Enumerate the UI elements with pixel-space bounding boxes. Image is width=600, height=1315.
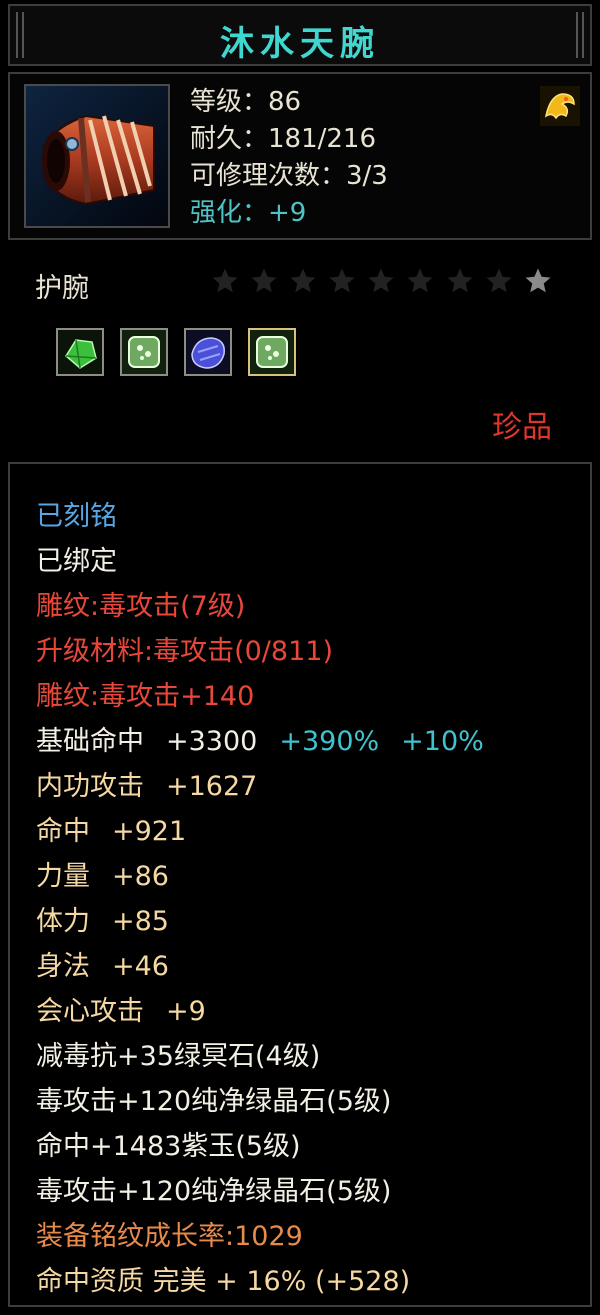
item-repairs: 可修理次数：3/3 <box>190 161 388 191</box>
gem-effect-line: 毒攻击+120纯净绿晶石(5级) <box>36 1176 392 1207</box>
item-info-box: 等级：86 耐久：181/216 可修理次数：3/3 强化：+9 <box>8 72 592 240</box>
green-crystal-icon <box>58 330 102 374</box>
item-type: 护腕 <box>35 273 89 304</box>
engraved-status: 已刻铭 <box>36 501 117 532</box>
agility-line: 身法 +46 <box>36 944 169 983</box>
gem-effect-line: 命中+1483紫玉(5级) <box>36 1131 301 1162</box>
gem-slot[interactable] <box>120 328 168 376</box>
gem-slot[interactable] <box>56 328 104 376</box>
stat-label: 基础命中 <box>36 726 144 757</box>
star-empty-icon <box>212 268 238 293</box>
stat-value: +1627 <box>166 771 258 802</box>
item-icon <box>24 84 170 228</box>
stat-value: +86 <box>112 861 169 892</box>
star-empty-icon <box>368 268 394 293</box>
strength-line: 力量 +86 <box>36 854 169 893</box>
star-filled-icon <box>525 268 551 293</box>
rarity-label: 珍品 <box>492 410 552 445</box>
gold-dragon-icon <box>540 86 580 126</box>
stat-value: +46 <box>112 951 169 982</box>
item-level: 等级：86 <box>190 87 302 117</box>
base-hit-line: 基础命中 +3300 +390% +10% <box>36 719 484 758</box>
title-bar: 沐水天腕 <box>8 4 592 66</box>
gem-effect-line: 毒攻击+120纯净绿晶石(5级) <box>36 1086 392 1117</box>
item-name: 沐水天腕 <box>220 24 380 64</box>
stat-value: +9 <box>166 996 206 1027</box>
bound-status: 已绑定 <box>36 546 117 577</box>
stat-percent: +390% <box>279 726 380 757</box>
inner-attack-line: 内功攻击 +1627 <box>36 764 257 803</box>
star-empty-icon <box>329 268 355 293</box>
stat-label: 力量 <box>36 861 90 892</box>
gem-slot[interactable] <box>248 328 296 376</box>
attributes-box: 已刻铭 已绑定 雕纹:毒攻击(7级) 升级材料:毒攻击(0/811) 雕纹:毒攻… <box>8 462 592 1307</box>
star-empty-icon <box>447 268 473 293</box>
star-empty-icon <box>290 268 316 293</box>
bracer-icon <box>26 86 168 226</box>
green-jade-icon <box>250 330 294 374</box>
purple-jade-icon <box>186 330 230 374</box>
item-tooltip: 沐水天腕 等级：86 耐久：181/216 可修理次数：3/3 强化：+9 护腕… <box>0 0 600 1315</box>
stat-percent: +10% <box>401 726 484 757</box>
stat-label: 内功攻击 <box>36 771 144 802</box>
item-enhance: 强化：+9 <box>190 198 307 228</box>
upgrade-material-line: 升级材料:毒攻击(0/811) <box>36 636 333 667</box>
hit-line: 命中 +921 <box>36 809 186 848</box>
star-empty-icon <box>486 268 512 293</box>
star-rating <box>210 266 557 300</box>
quality-line: 命中资质 完美 + 16% (+528) <box>36 1266 411 1297</box>
carving-bonus-line: 雕纹:毒攻击+140 <box>36 681 255 712</box>
stat-label: 体力 <box>36 906 90 937</box>
green-jade-icon <box>122 330 166 374</box>
stat-value: +3300 <box>166 726 258 757</box>
stat-value: +921 <box>112 816 187 847</box>
item-stats: 等级：86 耐久：181/216 可修理次数：3/3 强化：+9 <box>190 84 388 232</box>
stat-label: 命中 <box>36 816 90 847</box>
item-durability: 耐久：181/216 <box>190 124 377 154</box>
star-empty-icon <box>251 268 277 293</box>
stat-label: 身法 <box>36 951 90 982</box>
carving-line: 雕纹:毒攻击(7级) <box>36 591 246 622</box>
stat-label: 会心攻击 <box>36 996 144 1027</box>
gem-effect-line: 减毒抗+35绿冥石(4级) <box>36 1041 321 1072</box>
growth-rate-line: 装备铭纹成长率:1029 <box>36 1221 303 1252</box>
stat-value: +85 <box>112 906 169 937</box>
constitution-line: 体力 +85 <box>36 899 169 938</box>
star-empty-icon <box>407 268 433 293</box>
gem-slot[interactable] <box>184 328 232 376</box>
crit-attack-line: 会心攻击 +9 <box>36 989 206 1028</box>
